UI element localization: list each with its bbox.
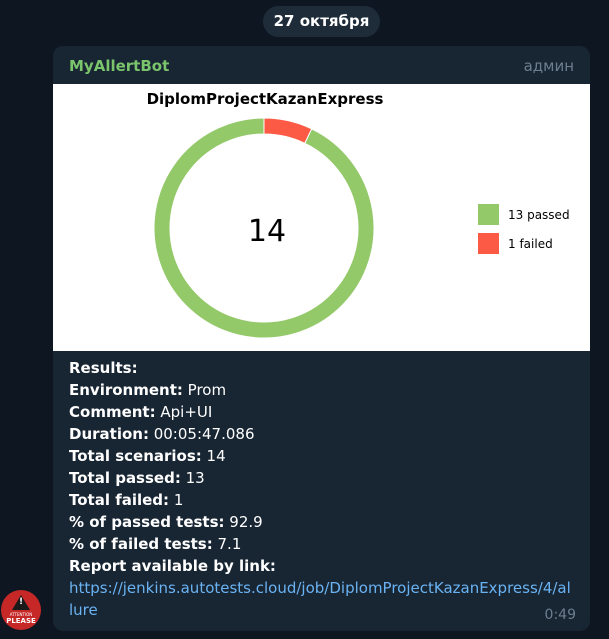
report-lines: Results: Environment: Prom Comment: Api+UI…: [69, 357, 579, 577]
message-text: Results: Environment: Prom Comment: Api+UI…: [69, 357, 579, 621]
report-line-label: Environment:: [69, 381, 183, 399]
report-line-value: 00:05:47.086: [148, 425, 255, 443]
report-line-value: 13: [180, 469, 205, 487]
exclamation-icon: !: [18, 597, 24, 607]
report-line-value: 92.9: [224, 513, 263, 531]
chart-legend: 13 passed 1 failed: [478, 204, 570, 254]
report-line-label: % of passed tests:: [69, 513, 225, 531]
message-bubble[interactable]: MyAllertBot админ DiplomProjectKazanExpr…: [53, 46, 590, 631]
legend-label-0: 13 passed: [508, 208, 570, 222]
report-line: Total passed: 13: [69, 467, 579, 489]
report-line-label: Comment:: [69, 403, 156, 421]
report-line: Total failed: 1: [69, 489, 579, 511]
sender-role: админ: [523, 57, 574, 75]
report-line-value: 1: [169, 491, 184, 509]
report-line-value: 14: [201, 447, 226, 465]
report-line-label: Total failed:: [69, 491, 170, 509]
chart-center-label: 14: [248, 214, 286, 249]
report-line-label: Total scenarios:: [69, 447, 202, 465]
report-line-label: Total passed:: [69, 469, 181, 487]
avatar-bottom-text: PLEASE: [6, 617, 36, 625]
report-link[interactable]: https://jenkins.autotests.cloud/job/Dipl…: [69, 577, 574, 621]
message-time: 0:49: [544, 607, 576, 623]
donut-chart: DiplomProjectKazanExpress 14 13 passed 1 …: [147, 90, 570, 339]
report-line-label: Duration:: [69, 425, 149, 443]
report-line-value: Api+UI: [155, 403, 213, 421]
report-chart-image[interactable]: DiplomProjectKazanExpress 14 13 passed 1 …: [53, 84, 590, 351]
report-line: % of failed tests: 7.1: [69, 533, 579, 555]
report-line: Total scenarios: 14: [69, 445, 579, 467]
report-line: Comment: Api+UI: [69, 401, 579, 423]
legend-swatch-1: [478, 233, 499, 254]
report-line: Duration: 00:05:47.086: [69, 423, 579, 445]
chart-title: DiplomProjectKazanExpress: [147, 90, 384, 108]
report-line-label: Report available by link:: [69, 557, 276, 575]
report-line: Results:: [69, 357, 579, 379]
chart-slice-1: [263, 117, 313, 144]
report-line: Report available by link:: [69, 555, 579, 577]
report-line: % of passed tests: 92.9: [69, 511, 579, 533]
report-line-label: Results:: [69, 359, 138, 377]
date-separator: 27 октября: [263, 6, 380, 37]
report-line-label: % of failed tests:: [69, 535, 213, 553]
report-line-value: 7.1: [212, 535, 242, 553]
sender-name[interactable]: MyAllertBot: [69, 57, 169, 75]
report-line-value: Prom: [182, 381, 227, 399]
attention-avatar[interactable]: ! ATTENTION PLEASE: [1, 590, 41, 630]
report-line: Environment: Prom: [69, 379, 579, 401]
legend-swatch-0: [478, 204, 499, 225]
legend-label-1: 1 failed: [508, 237, 553, 251]
message-header: MyAllertBot админ: [53, 46, 590, 84]
